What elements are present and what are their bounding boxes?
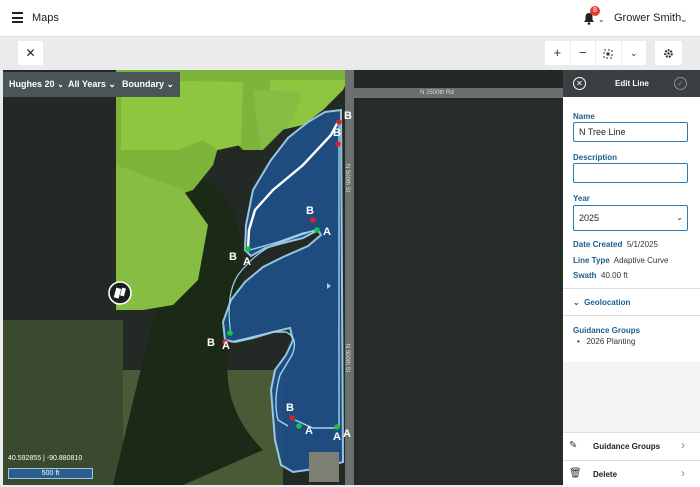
zoom-out-button[interactable]: − [571, 41, 596, 65]
layer-filter-label: Boundary [122, 79, 165, 89]
guidance-groups-action[interactable]: ✎ Guidance Groups › [563, 432, 700, 459]
year-select-value: 2025 [579, 213, 600, 223]
point-a-marker[interactable] [227, 330, 233, 336]
geolocation-label: Geolocation [584, 298, 631, 307]
point-a-marker[interactable] [334, 424, 340, 430]
chevron-right-icon: › [681, 466, 685, 480]
point-label: A [222, 340, 230, 352]
chevron-down-icon: ⌄ [573, 298, 580, 307]
panel-header: ✕ Edit Line ✓ [563, 70, 700, 97]
panel-title: Edit Line [615, 79, 649, 88]
date-created-label: Date Created [573, 240, 623, 249]
point-label: B [207, 337, 215, 349]
point-label: B [286, 402, 294, 414]
app-title: Maps [32, 12, 59, 24]
map-canvas[interactable]: B B B A B A B A B A A A [3, 70, 563, 485]
notification-chevron-icon[interactable]: ⌄ [598, 15, 605, 24]
swath-row: Swath 40.00 ft [573, 271, 628, 280]
edit-line-panel: ✕ Edit Line ✓ Name N Tree Line Descripti… [563, 70, 700, 487]
road-label: N 2500th Rd [420, 90, 454, 96]
line-type-label: Line Type [573, 256, 610, 265]
point-label: A [243, 256, 251, 268]
line-type-value: Adaptive Curve [613, 256, 669, 265]
zoom-options-chevron-icon[interactable]: ⌄ [622, 41, 647, 65]
farm-filter-label: Hughes 20 [9, 79, 55, 89]
locate-button[interactable] [596, 41, 622, 65]
point-label: B [333, 127, 341, 139]
name-field[interactable]: N Tree Line [573, 122, 688, 142]
locate-icon [603, 49, 613, 59]
divider [563, 288, 700, 289]
user-chevron-down-icon[interactable]: ⌄ [680, 14, 688, 25]
guidance-group-name: 2026 Planting [586, 337, 636, 346]
delete-action[interactable]: 🗑 Delete › [563, 460, 700, 487]
panel-spacer [563, 362, 700, 432]
road-label: N 500th St [344, 163, 351, 193]
coordinate-readout: 40.592855 | -90.880810 [8, 455, 83, 462]
point-a-marker[interactable] [245, 246, 251, 252]
point-label: B [344, 110, 352, 122]
delete-action-label: Delete [593, 470, 618, 479]
guidance-groups-label: Guidance Groups [573, 326, 641, 335]
top-bar: Maps 8 ⌄ Grower Smith ⌄ [0, 0, 700, 37]
point-b-marker[interactable] [335, 141, 341, 147]
hamburger-menu-icon[interactable] [12, 12, 23, 23]
chevron-down-icon: ⌄ [108, 79, 116, 89]
point-label: A [343, 428, 351, 440]
guidance-group-item: • 2026 Planting [577, 337, 636, 346]
chevron-down-icon: ⌄ [676, 213, 683, 222]
layer-filter-dropdown[interactable]: Boundary ⌄ [116, 72, 181, 97]
close-button[interactable]: ✕ [18, 41, 43, 65]
zoom-controls: + − ⌄ [545, 41, 646, 65]
road-label: N 500th St [344, 343, 351, 373]
farm-filter-dropdown[interactable]: Hughes 20 ⌄ [3, 72, 71, 97]
swath-label: Swath [573, 271, 597, 280]
pencil-icon: ✎ [569, 440, 578, 451]
zoom-in-button[interactable]: + [545, 41, 571, 65]
point-label: B [306, 205, 314, 217]
chevron-right-icon: › [681, 438, 685, 452]
year-select[interactable]: 2025 ⌄ [573, 205, 688, 231]
line-type-row: Line Type Adaptive Curve [573, 256, 668, 265]
swath-value: 40.00 ft [601, 271, 628, 280]
description-field[interactable] [573, 163, 688, 183]
user-name[interactable]: Grower Smith [614, 12, 681, 24]
point-b-marker[interactable] [289, 415, 295, 421]
year-filter-dropdown[interactable]: All Years ⌄ [62, 72, 122, 97]
point-b-marker[interactable] [336, 119, 342, 125]
point-b-marker[interactable] [310, 217, 316, 223]
divider [563, 315, 700, 316]
point-a-marker[interactable] [296, 423, 302, 429]
trash-icon: 🗑 [569, 468, 582, 479]
point-label: B [229, 251, 237, 263]
map-view[interactable]: B B B A B A B A B A A A [3, 70, 563, 485]
point-a-marker[interactable] [314, 227, 320, 233]
save-check-icon[interactable]: ✓ [674, 77, 687, 90]
chevron-down-icon: ⌄ [166, 79, 175, 89]
scale-bar: 500 ft [8, 468, 93, 479]
year-label: Year [573, 194, 590, 203]
description-label: Description [573, 153, 618, 162]
point-label: A [323, 226, 331, 238]
gear-icon [664, 49, 673, 58]
geolocation-toggle[interactable]: ⌄ Geolocation [573, 298, 630, 307]
date-created-value: 5/1/2025 [626, 240, 658, 249]
date-created-row: Date Created 5/1/2025 [573, 240, 658, 249]
point-label: A [333, 431, 341, 443]
point-label: A [305, 425, 313, 437]
guidance-groups-action-label: Guidance Groups [593, 442, 661, 451]
year-filter-label: All Years [68, 79, 106, 89]
settings-button[interactable] [655, 41, 682, 65]
name-label: Name [573, 112, 595, 121]
close-panel-icon[interactable]: ✕ [573, 77, 586, 90]
